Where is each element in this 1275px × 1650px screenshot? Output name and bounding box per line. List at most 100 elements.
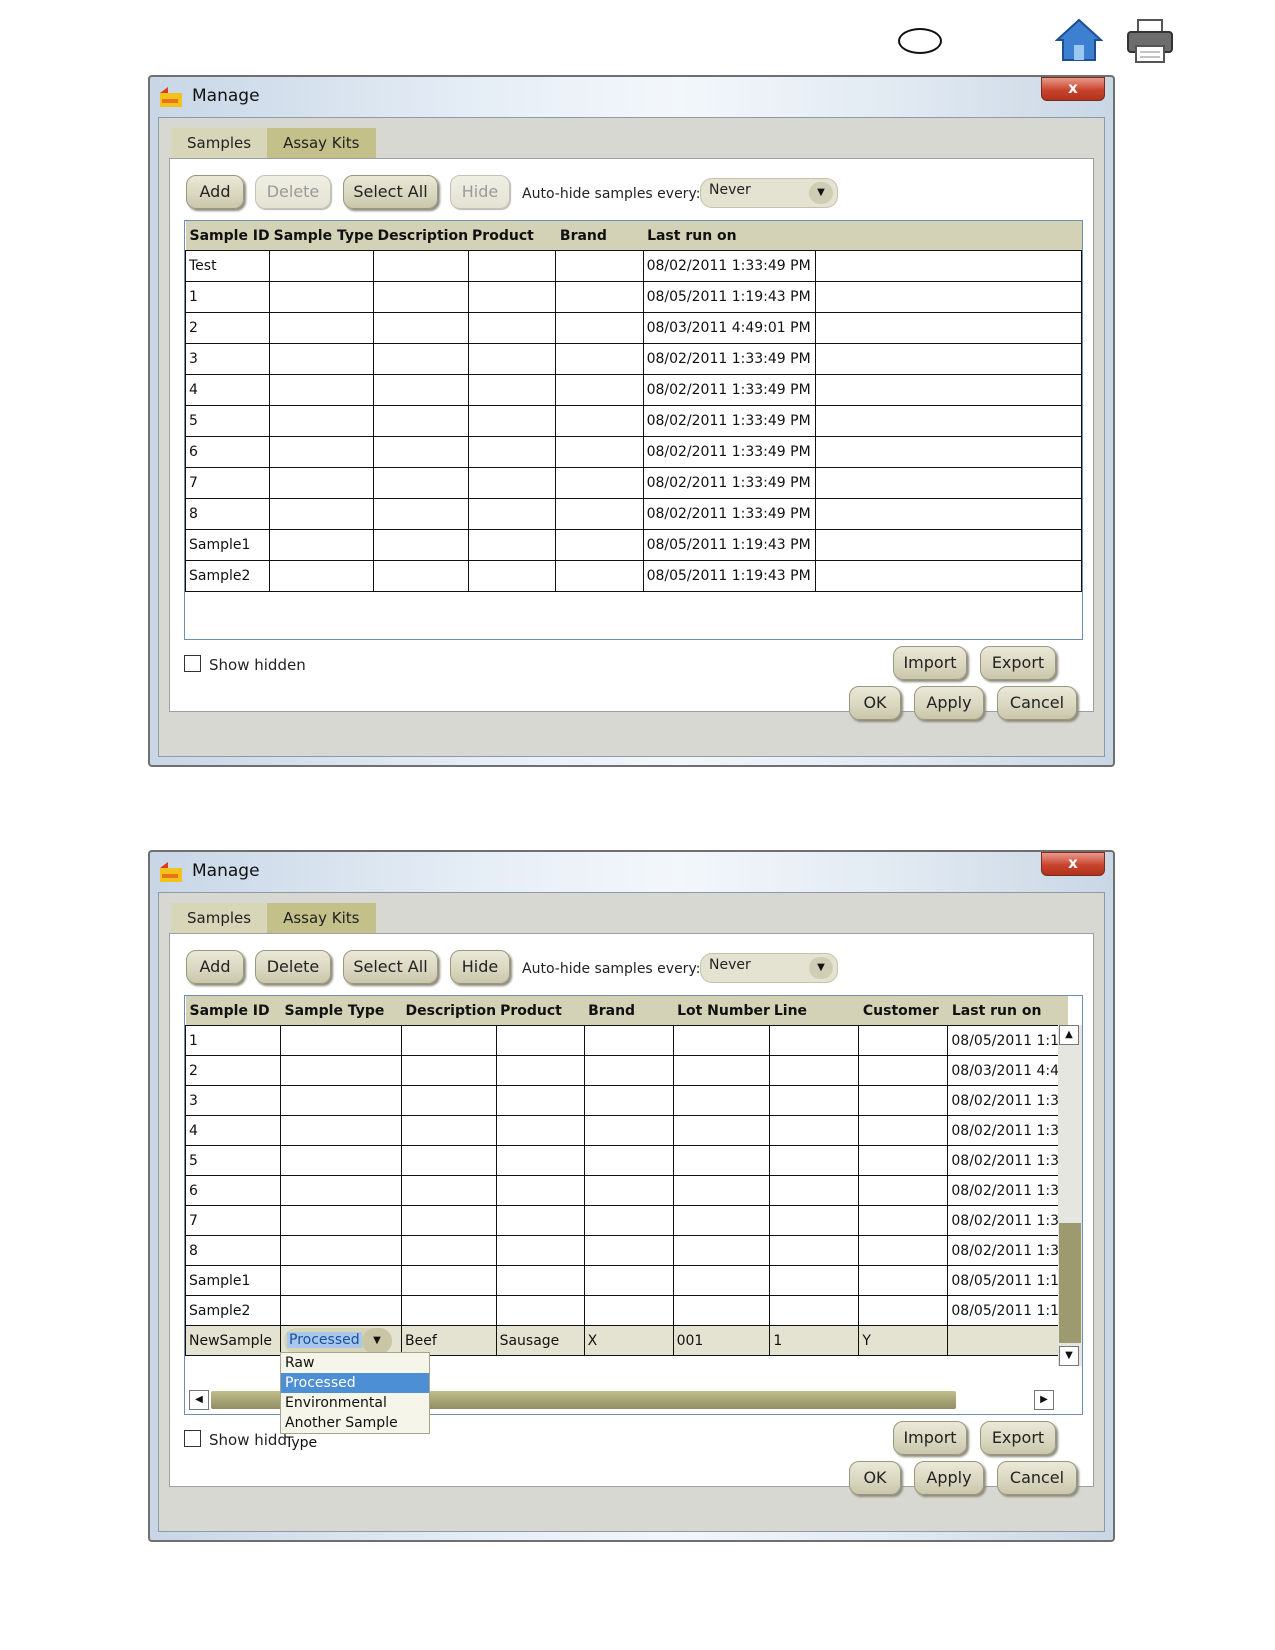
- cell[interactable]: [555, 405, 644, 437]
- cell[interactable]: [372, 374, 469, 406]
- cell[interactable]: 001: [672, 1325, 771, 1356]
- tab-assay-kits[interactable]: Assay Kits: [267, 128, 376, 158]
- cell[interactable]: 1: [185, 1025, 281, 1056]
- cell[interactable]: [769, 1145, 860, 1176]
- cell[interactable]: 08/02/2011 1:33: [947, 1235, 1069, 1266]
- cell[interactable]: [858, 1205, 949, 1236]
- cell[interactable]: 7: [185, 467, 271, 499]
- cell[interactable]: [467, 312, 557, 344]
- table-row[interactable]: Sample1 08/05/2011 1:19: [185, 1265, 1069, 1296]
- column-header[interactable]: Sample Type: [269, 221, 374, 251]
- cell[interactable]: [467, 343, 557, 375]
- cell[interactable]: 5: [185, 405, 271, 437]
- cell[interactable]: [555, 281, 644, 313]
- show-hidden-checkbox[interactable]: Show hidd: [184, 1430, 287, 1449]
- cell[interactable]: [672, 1085, 771, 1116]
- checkbox-icon[interactable]: [184, 1430, 201, 1447]
- cell[interactable]: 08/02/2011 1:33: [947, 1115, 1069, 1146]
- table-row[interactable]: 2 08/03/2011 4:49:01 PM: [185, 312, 1082, 344]
- cell[interactable]: 08/05/2011 1:19: [947, 1265, 1069, 1296]
- cell[interactable]: [269, 374, 374, 406]
- cell[interactable]: [672, 1055, 771, 1086]
- column-header[interactable]: Product: [496, 996, 585, 1026]
- table-row[interactable]: 6 08/02/2011 1:33:49 PM: [185, 436, 1082, 468]
- cell[interactable]: [372, 281, 469, 313]
- column-header[interactable]: Sample Type: [280, 996, 402, 1026]
- cell[interactable]: [769, 1175, 860, 1206]
- cell[interactable]: [672, 1175, 771, 1206]
- cell[interactable]: [372, 343, 469, 375]
- table-row[interactable]: 5 08/02/2011 1:33: [185, 1145, 1069, 1176]
- cell[interactable]: [467, 498, 557, 530]
- cell[interactable]: [495, 1025, 585, 1056]
- cell[interactable]: X: [583, 1325, 674, 1356]
- column-header[interactable]: Lot Number: [673, 996, 770, 1026]
- vertical-scrollbar[interactable]: ▲ ▼: [1058, 1025, 1082, 1366]
- cell[interactable]: [401, 1055, 497, 1086]
- cell[interactable]: [401, 1085, 497, 1116]
- cell[interactable]: [769, 1295, 860, 1326]
- cell[interactable]: 08/02/2011 1:33: [947, 1175, 1069, 1206]
- table-row[interactable]: 7 08/02/2011 1:33:49 PM: [185, 467, 1082, 499]
- cell[interactable]: [583, 1265, 674, 1296]
- cell[interactable]: [269, 529, 374, 561]
- apply-button[interactable]: Apply: [914, 686, 984, 720]
- cell[interactable]: Test: [185, 250, 271, 282]
- tab-assay-kits[interactable]: Assay Kits: [267, 903, 376, 933]
- cell[interactable]: 5: [185, 1145, 281, 1176]
- cell[interactable]: [769, 1025, 860, 1056]
- table-row[interactable]: Test 08/02/2011 1:33:49 PM: [185, 250, 1082, 282]
- cell[interactable]: [858, 1265, 949, 1296]
- cell[interactable]: [555, 560, 644, 592]
- cell[interactable]: [372, 405, 469, 437]
- cell[interactable]: [672, 1265, 771, 1296]
- cell[interactable]: [280, 1205, 402, 1236]
- cell[interactable]: 8: [185, 1235, 281, 1266]
- column-header[interactable]: Brand: [584, 996, 674, 1026]
- cell[interactable]: [467, 405, 557, 437]
- add-button[interactable]: Add: [186, 175, 244, 209]
- cell[interactable]: [467, 560, 557, 592]
- column-header[interactable]: Last run on: [643, 221, 816, 251]
- cell[interactable]: 4: [185, 374, 271, 406]
- cell[interactable]: 3: [185, 1085, 281, 1116]
- cell[interactable]: [858, 1175, 949, 1206]
- cell[interactable]: [769, 1205, 860, 1236]
- cell[interactable]: [555, 467, 644, 499]
- import-button[interactable]: Import: [893, 1421, 967, 1455]
- table-row[interactable]: 7 08/02/2011 1:33: [185, 1205, 1069, 1236]
- cell[interactable]: [467, 374, 557, 406]
- column-header[interactable]: Sample ID: [185, 996, 281, 1026]
- cell[interactable]: [269, 498, 374, 530]
- cell[interactable]: 08/02/2011 1:33:49 PM: [642, 436, 817, 468]
- cell[interactable]: [401, 1175, 497, 1206]
- tab-samples[interactable]: Samples: [171, 903, 268, 933]
- cell[interactable]: [583, 1115, 674, 1146]
- apply-button[interactable]: Apply: [914, 1461, 984, 1495]
- scroll-up-icon[interactable]: ▲: [1059, 1025, 1079, 1045]
- cell[interactable]: [280, 1235, 402, 1266]
- cell[interactable]: [372, 467, 469, 499]
- cell[interactable]: [280, 1175, 402, 1206]
- cell[interactable]: 2: [185, 312, 271, 344]
- export-button[interactable]: Export: [980, 1421, 1056, 1455]
- cell[interactable]: 08/05/2011 1:19:43 PM: [642, 281, 817, 313]
- table-row[interactable]: 1 08/05/2011 1:19:43 PM: [185, 281, 1082, 313]
- cell[interactable]: [555, 312, 644, 344]
- cell[interactable]: [269, 250, 374, 282]
- scroll-down-icon[interactable]: ▼: [1059, 1346, 1079, 1366]
- cell[interactable]: [269, 312, 374, 344]
- cell[interactable]: [280, 1025, 402, 1056]
- cell[interactable]: [583, 1175, 674, 1206]
- cell[interactable]: Sample2: [185, 560, 271, 592]
- cell[interactable]: 08/03/2011 4:49: [947, 1055, 1069, 1086]
- cell[interactable]: 2: [185, 1055, 281, 1086]
- cell[interactable]: 4: [185, 1115, 281, 1146]
- column-header[interactable]: Line: [769, 996, 859, 1026]
- cell[interactable]: [555, 498, 644, 530]
- column-header[interactable]: Description: [401, 996, 497, 1026]
- checkbox-icon[interactable]: [184, 655, 201, 672]
- cell[interactable]: [401, 1295, 497, 1326]
- cell[interactable]: [401, 1235, 497, 1266]
- cell[interactable]: 1: [185, 281, 271, 313]
